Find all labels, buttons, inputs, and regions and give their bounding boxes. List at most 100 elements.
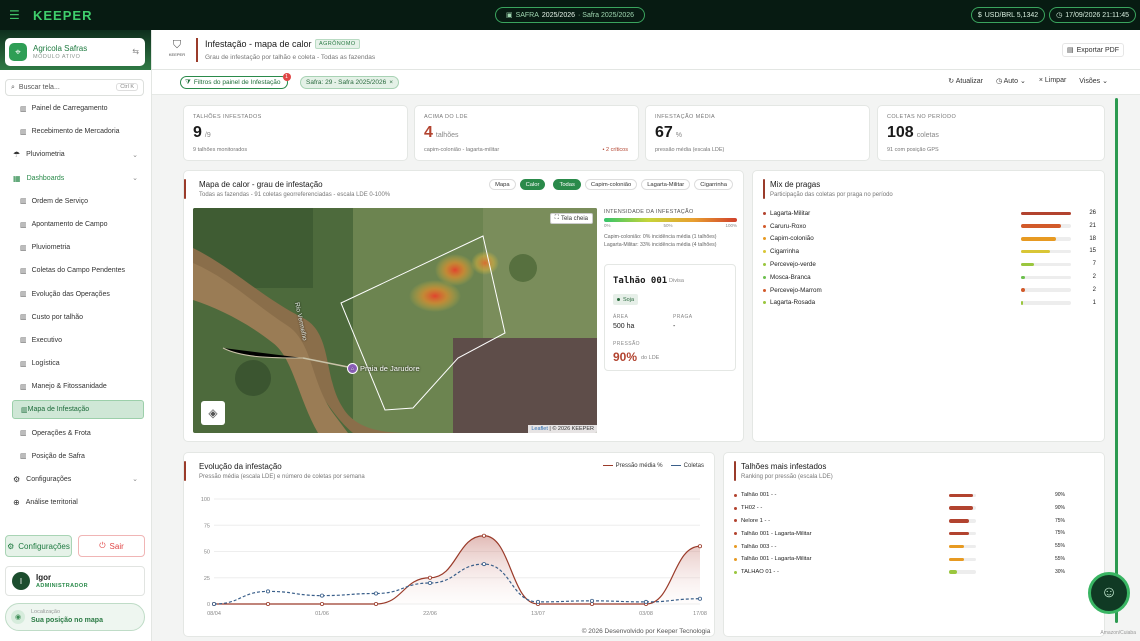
close-icon[interactable]: ×	[389, 79, 393, 86]
map-attribution: Leaflet | © 2026 KEEPER	[528, 425, 597, 433]
map-pill-mapa[interactable]: Mapa	[489, 179, 516, 190]
sidebar-item-pluviometria[interactable]: ▥ Pluviometria	[0, 236, 152, 259]
data-point-pressure[interactable]	[319, 602, 324, 607]
leaflet-link[interactable]: Leaflet	[531, 426, 548, 432]
pest-row[interactable]: Percevejo-verde 7	[763, 258, 1098, 271]
pest-name: Cigarrinha	[770, 248, 800, 256]
map-pill-cigarrinha[interactable]: Cigarrinha	[694, 179, 733, 190]
sidebar-item-custo-por-talhao[interactable]: ▥ Custo por talhão	[0, 306, 152, 329]
pest-row[interactable]: Caruru-Roxo 21	[763, 220, 1098, 233]
refresh-button[interactable]: ↻ Atualizar	[948, 77, 983, 85]
pest-row[interactable]: Lagarta-Rosada 1	[763, 297, 1098, 310]
page-scrollbar[interactable]	[1115, 98, 1118, 623]
sidebar-item-logistica[interactable]: ▥ Logística	[0, 352, 152, 375]
pest-bar-track	[1021, 237, 1071, 241]
sidebar-item-recebimento-de-mercadoria[interactable]: ▥ Recebimento de Mercadoria	[0, 120, 152, 143]
menu-icon[interactable]: ☰	[9, 8, 25, 22]
sidebar-item-posicao-de-safra[interactable]: ▥ Posição de Safra	[0, 445, 152, 468]
data-point-coletas[interactable]	[211, 602, 216, 607]
ranking-row[interactable]: TALHAO 01 - - 30%	[734, 566, 1069, 579]
data-point-coletas[interactable]	[427, 581, 432, 586]
map-pill-lagarta-militar[interactable]: Lagarta-Militar	[641, 179, 691, 190]
location-button[interactable]: ◉ Localização Sua posição no mapa	[5, 603, 145, 631]
pest-row[interactable]: Cigarrinha 15	[763, 245, 1098, 258]
currency-rate-value: USD/BRL 5,1342	[984, 11, 1039, 19]
sidebar-item-ordem-de-servico[interactable]: ▥ Ordem de Serviço	[0, 190, 152, 213]
sidebar-item-painel-de-carregamento[interactable]: ▥ Painel de Carregamento	[0, 97, 152, 120]
sidebar-item-manejo-fitossanidade[interactable]: ▥ Manejo & Fitossanidade	[0, 375, 152, 398]
sidebar-item-dashboards[interactable]: ▦ Dashboards ⌄	[0, 167, 152, 190]
data-point-coletas[interactable]	[589, 598, 594, 603]
map-pill-calor[interactable]: Calor	[519, 179, 546, 190]
layers-button[interactable]: ◈	[201, 401, 225, 425]
data-point-pressure[interactable]	[481, 533, 486, 538]
data-point-pressure[interactable]	[427, 575, 432, 580]
data-point-pressure[interactable]	[373, 602, 378, 607]
legend-pressure[interactable]: Pressão média %	[602, 463, 663, 469]
pest-row[interactable]: Mosca-Branca 2	[763, 271, 1098, 284]
ranking-row[interactable]: Talhão 001 - Lagarta-Militar 55%	[734, 553, 1069, 566]
sidebar-item-operacoes-frota[interactable]: ▥ Operações & Frota	[0, 421, 152, 444]
pest-bar-track	[1021, 224, 1071, 228]
pest-row[interactable]: Capim-colonião 18	[763, 233, 1098, 246]
views-button[interactable]: Visões ⌄	[1079, 77, 1108, 85]
pest-bar-track	[1021, 288, 1071, 292]
ranking-value: 75%	[1054, 517, 1065, 524]
auto-refresh-button[interactable]: ◷ Auto ⌄	[996, 77, 1026, 85]
user-card[interactable]: I Igor ADMINISTRADOR	[5, 566, 145, 596]
map-pill-todas[interactable]: Todas	[553, 179, 581, 190]
pest-row[interactable]: Lagarta-Militar 26	[763, 207, 1098, 220]
fullscreen-button[interactable]: ⛶ Tela cheia	[549, 213, 593, 224]
ranking-row[interactable]: TH02 - - 90%	[734, 502, 1069, 515]
legend-coletas[interactable]: Coletas	[670, 463, 704, 469]
sidebar-item-label: Custo por talhão	[31, 313, 83, 321]
sidebar-item-configuracoes[interactable]: ⚙ Configurações ⌄	[0, 468, 152, 491]
swap-icon[interactable]: ⇆	[132, 47, 139, 56]
settings-button-label: Configurações	[18, 541, 70, 551]
data-point-coletas[interactable]	[373, 591, 378, 596]
clock-icon: ◷	[995, 78, 1004, 85]
intensity-note: Capim-colonião: 0% incidência média (1 t…	[604, 234, 717, 240]
talhao-info-card: Talhão 001 Divisa Soja ÁREA 500 ha PRAGA…	[604, 264, 736, 371]
user-name: Igor	[36, 572, 52, 582]
map-marker[interactable]: ⌂ Praia de Jarudore	[347, 363, 420, 374]
search-input[interactable]: ⌕ Buscar tela... Ctrl K	[5, 79, 144, 96]
data-point-coletas[interactable]	[535, 599, 540, 604]
sidebar-item-evolucao-das-operacoes[interactable]: ▥ Evolução das Operações	[0, 283, 152, 306]
map-pill-capim-coloniao[interactable]: Capim-colonião	[584, 179, 638, 190]
assistant-bot-button[interactable]: ☺	[1088, 572, 1130, 614]
ranking-row[interactable]: Talhão 001 - - 90%	[734, 489, 1069, 502]
data-point-coletas[interactable]	[266, 589, 271, 594]
settings-button[interactable]: ⚙ Configurações	[5, 535, 72, 557]
sidebar-item-coletas-do-campo-pendentes[interactable]: ▥ Coletas do Campo Pendentes	[0, 259, 152, 282]
data-point-pressure[interactable]	[589, 602, 594, 607]
export-pdf-button[interactable]: ▤ Exportar PDF	[1061, 43, 1124, 57]
data-point-coletas[interactable]	[481, 562, 486, 567]
safra-filter-chip[interactable]: Safra: 29 - Safra 2025/2026 ×	[300, 76, 400, 89]
data-point-pressure[interactable]	[266, 602, 271, 607]
sidebar-item-apontamento-de-campo[interactable]: ▥ Apontamento de Campo	[0, 213, 152, 236]
farm-selector[interactable]: ⌖ Agricola Safras MÓDULO ATIVO ⇆	[5, 38, 145, 66]
data-point-coletas[interactable]	[643, 599, 648, 604]
data-point-coletas[interactable]	[697, 596, 702, 601]
currency-rate[interactable]: $ USD/BRL 5,1342	[970, 7, 1046, 23]
sidebar-item-analise-territorial[interactable]: ⊕ Análise territorial	[0, 491, 152, 514]
pest-bar-fill	[1021, 237, 1056, 241]
sidebar-item-executivo[interactable]: ▥ Executivo	[0, 329, 152, 352]
data-point-pressure[interactable]	[697, 544, 702, 549]
sidebar-item-pluviometria[interactable]: ☂ Pluviometria ⌄	[0, 143, 152, 166]
ranking-row[interactable]: Nelore 1 - - 75%	[734, 515, 1069, 528]
safra-selector[interactable]: ▣ SAFRA 2025/2026 · Safra 2025/2026	[495, 7, 645, 23]
ranking-row[interactable]: Talhão 003 - - 55%	[734, 540, 1069, 553]
sidebar-item-mapa-de-infestacao[interactable]: ▥ Mapa de Infestação	[12, 400, 144, 420]
chart-icon: ▥	[20, 430, 27, 438]
filters-button[interactable]: ⧩ Filtros do painel de Infestação 1	[180, 73, 291, 89]
data-point-coletas[interactable]	[319, 593, 324, 598]
heatmap-map[interactable]: Rio Vermelho ⌂ Praia de Jarudore ⛶ Tela …	[193, 208, 597, 433]
ranking-row[interactable]: Talhão 001 - Lagarta-Militar 75%	[734, 527, 1069, 540]
pest-bar-track	[1021, 275, 1071, 279]
logout-button[interactable]: ⏻ Sair	[78, 535, 145, 557]
pest-row[interactable]: Percevejo-Marrom 2	[763, 284, 1098, 297]
clear-filters-button[interactable]: × Limpar	[1039, 77, 1066, 85]
kpi-value: 67	[655, 124, 673, 141]
